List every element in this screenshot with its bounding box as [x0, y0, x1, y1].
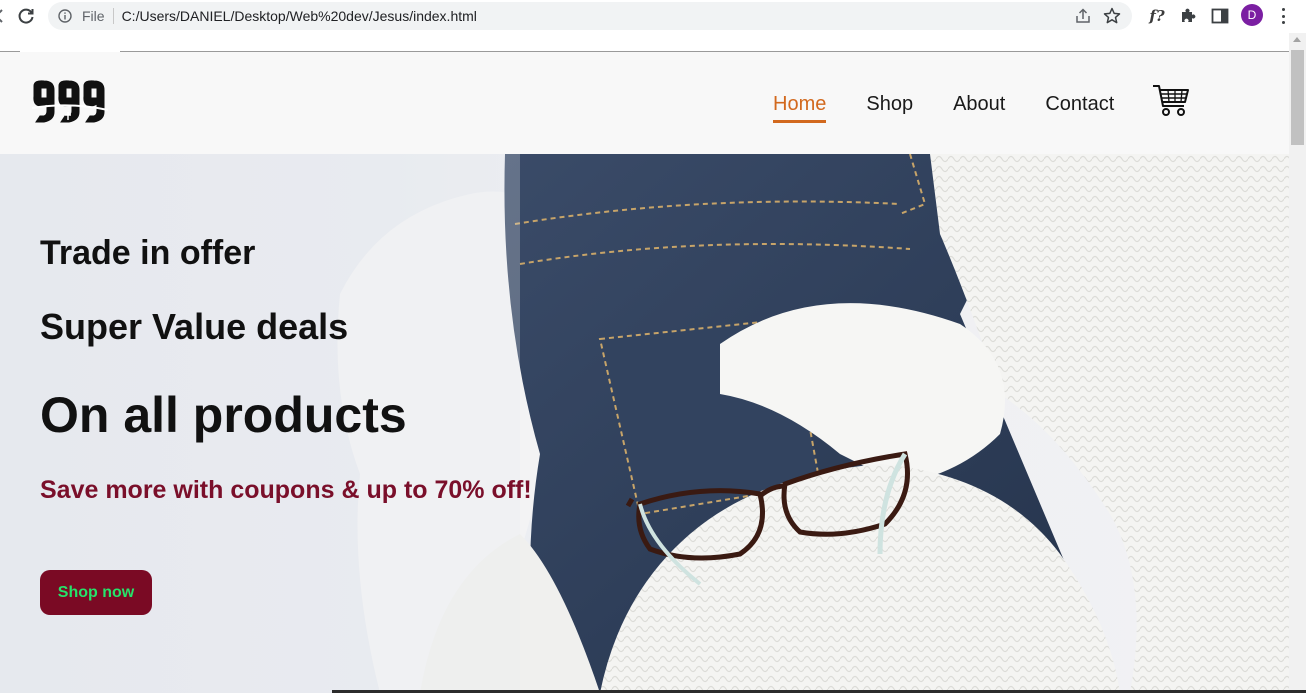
browser-toolbar: File C:/Users/DANIEL/Desktop/Web%20dev/J…: [0, 0, 1306, 33]
address-bar[interactable]: File C:/Users/DANIEL/Desktop/Web%20dev/J…: [48, 2, 1132, 30]
bookmark-star-icon[interactable]: [1102, 6, 1122, 26]
hero-section: Trade in offer Super Value deals On all …: [0, 154, 1289, 693]
side-panel-icon[interactable]: [1210, 4, 1230, 28]
more-menu-icon[interactable]: [1276, 6, 1290, 26]
info-icon[interactable]: [58, 9, 72, 23]
scheme-label: File: [82, 8, 105, 24]
cart-icon[interactable]: [1152, 84, 1190, 118]
font-extension-icon[interactable]: f?: [1146, 4, 1168, 28]
hero-subheading: Super Value deals: [40, 306, 349, 347]
page-scrollbar[interactable]: [1289, 33, 1306, 693]
scroll-up-arrow-icon[interactable]: [1293, 37, 1301, 42]
brand-logo[interactable]: [30, 78, 110, 126]
shop-now-button[interactable]: Shop now: [40, 570, 152, 615]
page-viewport: Home Shop About Contact Trade in offer S…: [0, 33, 1289, 693]
site-header: Home Shop About Contact: [0, 52, 1289, 154]
url-text[interactable]: C:/Users/DANIEL/Desktop/Web%20dev/Jesus/…: [122, 8, 477, 24]
reload-icon[interactable]: [14, 4, 38, 28]
extensions-puzzle-icon[interactable]: [1178, 4, 1198, 28]
back-arrow-icon[interactable]: [0, 6, 6, 26]
hero-promo-text: Save more with coupons & up to 70% off!: [40, 476, 532, 504]
nav-home[interactable]: Home: [773, 92, 827, 123]
nav-shop[interactable]: Shop: [866, 92, 913, 116]
hero-kicker: Trade in offer: [40, 234, 256, 272]
profile-avatar[interactable]: D: [1241, 4, 1263, 26]
address-separator: [112, 8, 114, 24]
hero-heading: On all products: [40, 387, 407, 443]
nav-about[interactable]: About: [953, 92, 1005, 116]
scrollbar-thumb[interactable]: [1291, 50, 1304, 145]
nav-contact[interactable]: Contact: [1045, 92, 1114, 116]
share-icon[interactable]: [1074, 7, 1092, 25]
main-nav: Home Shop About Contact: [773, 92, 1154, 123]
